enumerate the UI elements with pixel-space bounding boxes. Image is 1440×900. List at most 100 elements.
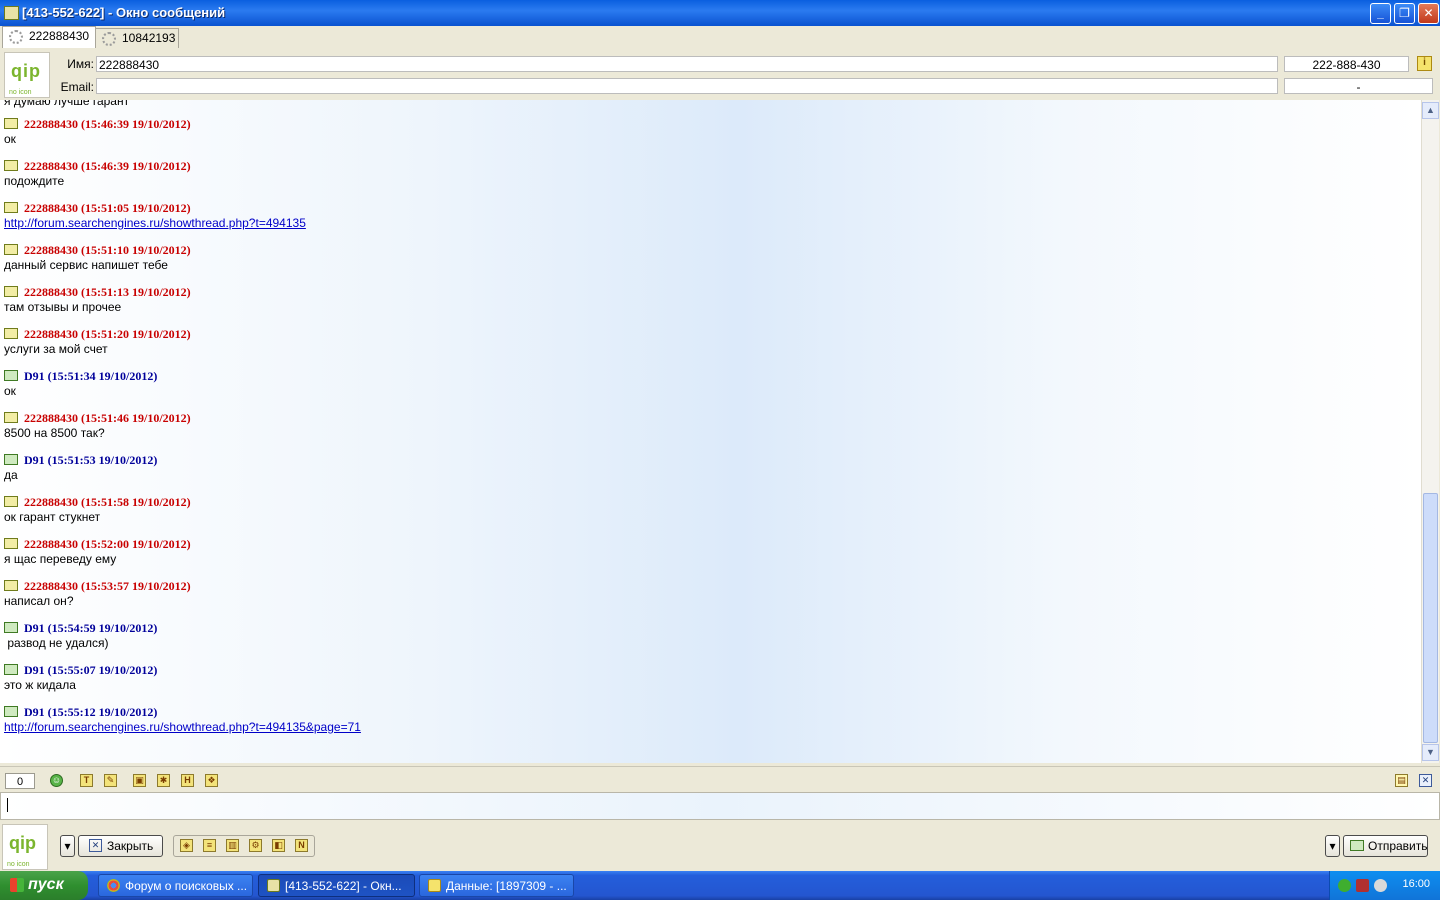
- message-header: 222888430 (15:51:46 19/10/2012): [4, 411, 191, 425]
- message-timestamp: (15:51:34 19/10/2012): [47, 369, 158, 383]
- scroll-up-button[interactable]: ▲: [1422, 102, 1439, 119]
- message-link[interactable]: http://forum.searchengines.ru/showthread…: [4, 215, 306, 231]
- smile-icon[interactable]: ☺: [50, 774, 63, 787]
- status-field: -: [1284, 78, 1433, 94]
- message-text: там отзывы и прочее: [4, 300, 122, 314]
- message-text: услуги за мой счет: [4, 342, 108, 356]
- history-icon[interactable]: H: [181, 774, 194, 787]
- quote-icon[interactable]: ❖: [205, 774, 218, 787]
- history-scrollbar[interactable]: ▲ ▼: [1421, 100, 1439, 763]
- message-icon: [4, 118, 18, 129]
- send-options-dropdown[interactable]: ▾: [1325, 835, 1340, 857]
- message-header: 222888430 (15:46:39 19/10/2012): [4, 117, 191, 131]
- save-icon[interactable]: ▣: [133, 774, 146, 787]
- chat-message: D91 (15:55:07 19/10/2012) это ж кидала: [4, 663, 157, 693]
- minimize-button[interactable]: _: [1370, 3, 1391, 24]
- qip-message-icon: [267, 879, 280, 892]
- chat-message: 222888430 (15:46:39 19/10/2012) ок: [4, 117, 191, 147]
- chat-message: 222888430 (15:51:10 19/10/2012) данный се…: [4, 243, 191, 273]
- message-timestamp: (15:51:20 19/10/2012): [81, 327, 191, 341]
- network-icon[interactable]: [1356, 879, 1369, 892]
- message-icon: [4, 664, 18, 675]
- copy-icon[interactable]: ◧: [272, 839, 285, 852]
- sender-nick: 222888430: [24, 159, 78, 173]
- logo-subtext: no icon: [9, 89, 32, 96]
- scroll-thumb[interactable]: [1423, 493, 1438, 743]
- text-caret: [7, 798, 8, 812]
- uin-field[interactable]: 222-888-430: [1284, 56, 1409, 72]
- clear-input-icon[interactable]: ✕: [1419, 774, 1432, 787]
- message-header: 222888430 (15:51:58 19/10/2012): [4, 495, 191, 509]
- email-field[interactable]: [96, 78, 1278, 94]
- scroll-down-button[interactable]: ▼: [1422, 744, 1439, 761]
- maximize-button[interactable]: ❐: [1394, 3, 1415, 24]
- message-header: 222888430 (15:53:57 19/10/2012): [4, 579, 191, 593]
- email-label: Email:: [60, 80, 94, 94]
- message-input[interactable]: [0, 792, 1440, 820]
- templates-icon[interactable]: ≡: [203, 839, 216, 852]
- title-bar[interactable]: [413-552-622] - Окно сообщений _ ❐ ✕: [0, 0, 1440, 26]
- qip-tray-icon[interactable]: [1338, 879, 1351, 892]
- message-header: D91 (15:55:12 19/10/2012): [4, 705, 361, 719]
- message-text: ок: [4, 132, 16, 146]
- message-text: я щас переведу ему: [4, 552, 117, 566]
- taskbar-item-contact-info[interactable]: Данные: [1897309 - ...: [419, 874, 574, 897]
- message-link[interactable]: http://forum.searchengines.ru/showthread…: [4, 719, 361, 735]
- tab-label: 10842193: [122, 31, 176, 45]
- message-header: D91 (15:51:34 19/10/2012): [4, 369, 157, 383]
- send-label: Отправить: [1368, 839, 1428, 853]
- message-header: 222888430 (15:52:00 19/10/2012): [4, 537, 191, 551]
- image-icon[interactable]: ✱: [157, 774, 170, 787]
- chat-message: 222888430 (15:46:39 19/10/2012) подождите: [4, 159, 191, 189]
- note-icon[interactable]: ▤: [1395, 774, 1408, 787]
- send-icon: [1350, 840, 1364, 851]
- close-window-button[interactable]: ✕: [1418, 3, 1439, 24]
- message-icon: [4, 412, 18, 423]
- action-bar: qip no icon ▾ ✕ Закрыть ◈ ≡ ▥ ⚙ ◧ N ▾ Отправи…: [0, 820, 1440, 870]
- message-timestamp: (15:55:07 19/10/2012): [47, 663, 158, 677]
- sender-nick: 222888430: [24, 327, 78, 341]
- offline-status-icon: [102, 31, 116, 46]
- history-book-icon[interactable]: ▥: [226, 839, 239, 852]
- sender-nick: 222888430: [24, 117, 78, 131]
- logo-subtext: no icon: [7, 861, 30, 868]
- plugins-icon[interactable]: ⚙: [249, 839, 262, 852]
- message-text: ок гарант стукнет: [4, 510, 101, 524]
- chat-message: 222888430 (15:51:13 19/10/2012) там отзыв…: [4, 285, 191, 315]
- sender-nick: D91: [24, 369, 45, 383]
- chat-message: 222888430 (15:51:05 19/10/2012) http://fo…: [4, 201, 306, 231]
- task-label: [413-552-622] - Окн...: [285, 879, 402, 893]
- insert-translit-icon[interactable]: ◈: [180, 839, 193, 852]
- notes-icon[interactable]: N: [295, 839, 308, 852]
- chat-message: 222888430 (15:51:58 19/10/2012) ок гарант…: [4, 495, 191, 525]
- message-header: D91 (15:54:59 19/10/2012): [4, 621, 157, 635]
- tab-222888430[interactable]: 222888430: [2, 26, 96, 48]
- message-history[interactable]: я думаю лучше гарант 222888430 (15:46:39…: [0, 100, 1421, 763]
- message-timestamp: (15:51:05 19/10/2012): [81, 201, 191, 215]
- sender-nick: D91: [24, 705, 45, 719]
- volume-icon[interactable]: [1374, 879, 1387, 892]
- color-icon[interactable]: ✎: [104, 774, 117, 787]
- options-dropdown-button[interactable]: ▾: [60, 835, 75, 857]
- name-field[interactable]: 222888430: [96, 56, 1278, 72]
- message-timestamp: (15:51:10 19/10/2012): [81, 243, 191, 257]
- message-header: 222888430 (15:51:20 19/10/2012): [4, 327, 191, 341]
- info-icon[interactable]: i: [1417, 56, 1432, 71]
- info-icon: [428, 879, 441, 892]
- font-icon[interactable]: T: [80, 774, 93, 787]
- qip-window-icon[interactable]: [4, 6, 19, 20]
- message-header: 222888430 (15:51:05 19/10/2012): [4, 201, 306, 215]
- taskbar-item-qip-chat[interactable]: [413-552-622] - Окн...: [258, 874, 415, 897]
- close-chat-button[interactable]: ✕ Закрыть: [78, 835, 163, 857]
- logo-text: qip: [9, 833, 36, 853]
- message-timestamp: (15:46:39 19/10/2012): [81, 117, 191, 131]
- taskbar-item-browser[interactable]: Форум о поисковых ...: [98, 874, 253, 897]
- chrome-icon: [107, 879, 120, 892]
- offline-status-icon: [9, 29, 23, 44]
- tab-10842193[interactable]: 10842193: [95, 28, 179, 48]
- clock[interactable]: 16:00: [1402, 878, 1430, 890]
- message-text: подождите: [4, 174, 65, 188]
- send-button[interactable]: Отправить: [1343, 835, 1428, 857]
- start-button[interactable]: пуск: [0, 871, 88, 900]
- start-label: пуск: [28, 876, 64, 893]
